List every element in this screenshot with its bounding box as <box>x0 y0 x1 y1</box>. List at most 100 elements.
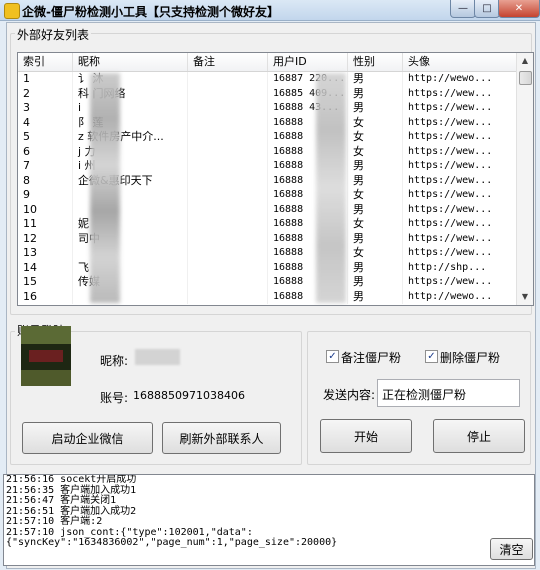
remark-zombie-checkbox[interactable]: ✓ <box>326 350 339 363</box>
start-button[interactable]: 开始 <box>320 419 412 453</box>
cell-gender: 男 <box>348 231 403 246</box>
log-line: 21:56:16 socekt开启成功 <box>6 474 137 485</box>
cell-gender: 男 <box>348 159 403 174</box>
cell-index: 15 <box>18 275 73 290</box>
cell-avatar: https://wew... <box>403 86 518 101</box>
cell-gender: 女 <box>348 144 403 159</box>
cell-remark <box>188 173 268 188</box>
scroll-thumb[interactable] <box>519 71 532 85</box>
cell-avatar: https://wew... <box>403 173 518 188</box>
app-icon <box>4 3 20 19</box>
cell-index: 3 <box>18 101 73 116</box>
window-title: 企微-僵尸粉检测小工具【只支持检测个微好友】 <box>22 5 279 19</box>
cell-avatar: http://shp... <box>403 260 518 275</box>
remark-zombie-label[interactable]: 备注僵尸粉 <box>341 349 401 366</box>
column-header-avatar[interactable]: 头像 <box>403 53 518 71</box>
cell-index: 4 <box>18 115 73 130</box>
cell-remark <box>188 275 268 290</box>
log-line: 21:57:10 客户端:2 <box>6 516 103 527</box>
cell-remark <box>188 260 268 275</box>
cell-gender: 男 <box>348 101 403 116</box>
cell-index: 9 <box>18 188 73 203</box>
cell-index: 10 <box>18 202 73 217</box>
cell-avatar: https://wew... <box>403 202 518 217</box>
cell-avatar: https://wew... <box>403 159 518 174</box>
cell-remark <box>188 159 268 174</box>
cell-remark <box>188 115 268 130</box>
cell-remark <box>188 246 268 261</box>
cell-gender: 男 <box>348 289 403 304</box>
close-button[interactable]: ✕ <box>498 0 540 18</box>
cell-remark <box>188 86 268 101</box>
cell-index: 2 <box>18 86 73 101</box>
cell-remark <box>188 188 268 203</box>
cell-gender: 女 <box>348 130 403 145</box>
cell-gender: 女 <box>348 246 403 261</box>
account-label: 账号: <box>100 391 129 405</box>
cell-gender: 男 <box>348 72 403 87</box>
cell-avatar: https://wew... <box>403 130 518 145</box>
user-id-blur-mask <box>316 73 346 303</box>
maximize-button[interactable]: □ <box>474 0 500 18</box>
cell-avatar: https://wew... <box>403 217 518 232</box>
cell-index: 13 <box>18 246 73 261</box>
cell-gender: 女 <box>348 188 403 203</box>
cell-avatar: http://wewo... <box>403 72 518 87</box>
cell-index: 1 <box>18 72 73 87</box>
send-content-input[interactable]: 正在检测僵尸粉 <box>377 379 520 407</box>
cell-avatar: https://wew... <box>403 144 518 159</box>
minimize-button[interactable]: — <box>450 0 476 18</box>
cell-index: 16 <box>18 289 73 304</box>
account-value: 1688850971038406 <box>133 389 245 402</box>
nickname-value-blurred <box>135 349 180 365</box>
scroll-up-icon[interactable]: ▲ <box>517 53 533 69</box>
cell-remark <box>188 130 268 145</box>
cell-remark <box>188 289 268 304</box>
column-header-index[interactable]: 索引 <box>18 53 73 71</box>
cell-avatar: https://wew... <box>403 231 518 246</box>
start-wecom-button[interactable]: 启动企业微信 <box>22 422 153 454</box>
column-header-user-id[interactable]: 用户ID <box>268 53 348 71</box>
cell-gender: 女 <box>348 217 403 232</box>
vertical-scrollbar[interactable]: ▲ ▼ <box>516 53 533 305</box>
cell-remark <box>188 217 268 232</box>
table-header: 索引 昵称 备注 用户ID 性别 头像 <box>18 53 518 72</box>
cell-avatar: https://wew... <box>403 246 518 261</box>
delete-zombie-checkbox[interactable]: ✓ <box>425 350 438 363</box>
cell-index: 8 <box>18 173 73 188</box>
refresh-contacts-button[interactable]: 刷新外部联系人 <box>162 422 281 454</box>
cell-index: 6 <box>18 144 73 159</box>
cell-remark <box>188 202 268 217</box>
cell-gender: 男 <box>348 173 403 188</box>
cell-remark <box>188 101 268 116</box>
friends-table[interactable]: 索引 昵称 备注 用户ID 性别 头像 1讠 沐16887 220...男htt… <box>17 52 534 306</box>
scroll-down-icon[interactable]: ▼ <box>517 289 533 305</box>
stop-button[interactable]: 停止 <box>433 419 525 453</box>
friends-group-title: 外部好友列表 <box>15 26 92 43</box>
cell-gender: 女 <box>348 115 403 130</box>
avatar <box>21 326 71 386</box>
column-header-remark[interactable]: 备注 <box>188 53 268 71</box>
delete-zombie-label[interactable]: 删除僵尸粉 <box>440 349 500 366</box>
cell-avatar: http://wewo... <box>403 289 518 304</box>
cell-remark <box>188 231 268 246</box>
column-header-gender[interactable]: 性别 <box>348 53 403 71</box>
cell-gender: 男 <box>348 275 403 290</box>
cell-index: 12 <box>18 231 73 246</box>
nickname-label: 昵称: <box>100 354 129 368</box>
cell-index: 7 <box>18 159 73 174</box>
cell-index: 14 <box>18 260 73 275</box>
cell-gender: 男 <box>348 202 403 217</box>
column-header-nickname[interactable]: 昵称 <box>73 53 188 71</box>
title-bar: 企微-僵尸粉检测小工具【只支持检测个微好友】 — □ ✕ <box>0 0 540 21</box>
clear-log-button[interactable]: 清空 <box>490 538 533 560</box>
log-panel[interactable]: 21:56:16 socekt开启成功 21:56:35 客户端加入成功1 21:5… <box>3 474 535 566</box>
cell-avatar: https://wew... <box>403 115 518 130</box>
log-line: 21:56:47 客户端关闭1 <box>6 495 117 506</box>
cell-avatar: https://wew... <box>403 275 518 290</box>
cell-avatar: https://wew... <box>403 188 518 203</box>
send-content-label: 发送内容: <box>323 388 376 402</box>
cell-remark <box>188 72 268 87</box>
log-lines: 21:56:16 socekt开启成功 21:56:35 客户端加入成功1 21:5… <box>4 475 534 549</box>
cell-index: 11 <box>18 217 73 232</box>
